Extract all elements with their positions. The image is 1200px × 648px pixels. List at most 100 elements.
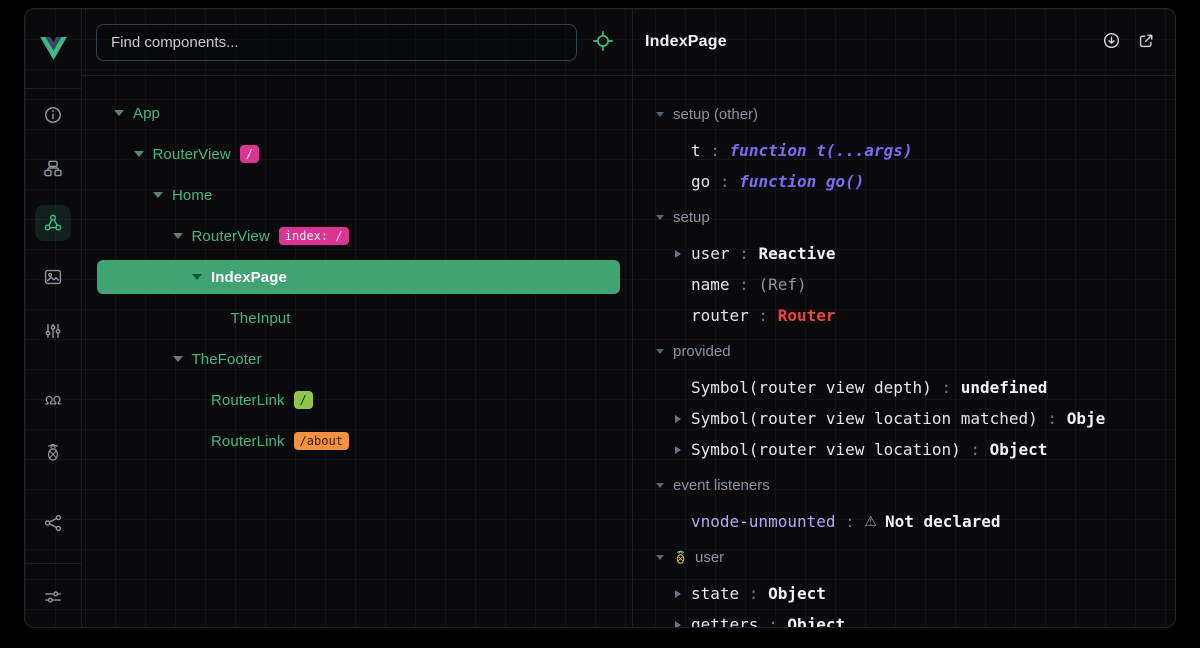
timeline-icon [43,321,63,341]
prop-value: Reactive [758,244,835,263]
tree-item-routerview[interactable]: RouterView / [97,137,620,171]
tree-item-routerlink[interactable]: RouterLink/about [97,424,620,458]
sidebar-item-assets[interactable] [35,259,71,295]
collapse-caret-icon[interactable] [173,356,183,362]
expand-caret-icon[interactable] [675,590,691,598]
sidebar-divider [25,563,81,564]
component-tree-icon [43,159,63,179]
component-name: RouterLink [211,392,285,409]
pinia-icon [43,443,63,463]
prop-symbol-router-view-location-matched-[interactable]: Symbol(router view location matched) : O… [633,403,1175,434]
prop-key: vnode-unmounted [691,512,836,531]
section-title: setup (other) [673,106,758,123]
expand-caret-icon[interactable] [675,621,691,628]
component-tree: App RouterView / Home RouterViewindex: / Inde… [82,76,632,627]
search-input[interactable] [96,24,577,61]
warning-icon: ⚠ [864,514,877,530]
caret-right-icon [675,590,681,598]
sidebar-item-vue-router[interactable] [35,381,71,417]
prop-value: Obje [1067,409,1106,428]
prop-key: Symbol(router view location) [691,440,961,459]
section-title: event listeners [673,477,770,494]
component-name: TheInput [231,310,291,327]
section-header-user[interactable]: user [633,542,1175,573]
tree-item-thefooter[interactable]: TheFooter [97,342,620,376]
tree-item-indexpage[interactable]: IndexPage [97,260,620,294]
state-inspector: setup (other) t : function t(...args) go :… [633,76,1175,627]
tree-item-app[interactable]: App [97,96,620,130]
prop-user[interactable]: user : Reactive [633,238,1175,269]
key-value-separator: : [836,512,865,531]
sidebar-item-overview[interactable] [35,97,71,133]
expand-caret-icon[interactable] [675,446,691,454]
graph-icon [43,513,63,533]
components-icon [43,213,63,233]
omega-icon [43,389,63,409]
prop-value: Router [778,306,836,325]
sidebar-item-components[interactable] [35,205,71,241]
component-name: Home [172,187,212,204]
section-header-provided[interactable]: provided [633,336,1175,367]
collapse-caret-icon[interactable] [134,151,144,157]
collapse-caret-icon[interactable] [173,233,183,239]
expand-caret-icon[interactable] [675,415,691,423]
route-badge: / [240,145,259,163]
caret-down-icon [656,555,664,560]
prop-key: go [691,172,710,191]
prop-value: undefined [961,378,1048,397]
prop-state[interactable]: state : Object [633,578,1175,609]
prop-value: Not declared [885,512,1001,531]
key-value-separator: : [961,440,990,459]
caret-down-icon [134,151,144,157]
caret-down-icon [114,110,124,116]
sidebar-item-pinia[interactable] [35,435,71,471]
caret-right-icon [675,250,681,258]
sidebar-item-timeline[interactable] [35,313,71,349]
tree-item-routerlink[interactable]: RouterLink / [97,383,620,417]
prop-key: getters [691,615,758,627]
sidebar-item-graph[interactable] [35,505,71,541]
tree-item-routerview[interactable]: RouterViewindex: / [97,219,620,253]
section-header-setup-other-[interactable]: setup (other) [633,99,1175,130]
expand-caret-icon[interactable] [675,250,691,258]
prop-value: function t(...args) [730,141,913,160]
prop-key: t [691,141,701,160]
inspect-component-button[interactable] [590,28,616,57]
caret-right-icon [675,446,681,454]
vue-logo-icon [40,37,67,60]
scroll-to-component-button[interactable] [1102,31,1121,53]
settings-icon [43,587,63,607]
tree-item-theinput[interactable]: TheInput [97,301,620,335]
collapse-caret-icon[interactable] [153,192,163,198]
collapse-caret-icon[interactable] [114,110,124,116]
component-name: App [133,105,160,122]
key-value-separator: : [730,275,759,294]
key-value-separator: : [710,172,739,191]
caret-down-icon [656,112,664,117]
sidebar-item-components-tree[interactable] [35,151,71,187]
section-header-event-listeners[interactable]: event listeners [633,470,1175,501]
sidebar-item-settings[interactable] [35,579,71,615]
caret-right-icon [675,415,681,423]
caret-down-icon [173,233,183,239]
prop-key: Symbol(router view location matched) [691,409,1038,428]
prop-getters[interactable]: getters : Object [633,609,1175,627]
section-title: provided [673,343,731,360]
key-value-separator: : [749,306,778,325]
prop-key: user [691,244,730,263]
caret-down-icon [656,349,664,354]
external-link-icon [1137,32,1155,53]
info-icon [43,105,63,125]
route-badge: / [294,391,313,409]
section-title: user [695,549,724,566]
tree-item-home[interactable]: Home [97,178,620,212]
pinia-pineapple-icon [673,550,688,565]
section-header-setup[interactable]: setup [633,202,1175,233]
prop-key: state [691,584,739,603]
prop-symbol-router-view-location-[interactable]: Symbol(router view location) : Object [633,434,1175,465]
component-name: RouterView [153,146,231,163]
vue-devtools-window: App RouterView / Home RouterViewindex: / Inde… [24,8,1176,628]
open-in-editor-button[interactable] [1137,32,1155,53]
prop-name: name : (Ref) [633,269,1175,300]
collapse-caret-icon[interactable] [192,274,202,280]
